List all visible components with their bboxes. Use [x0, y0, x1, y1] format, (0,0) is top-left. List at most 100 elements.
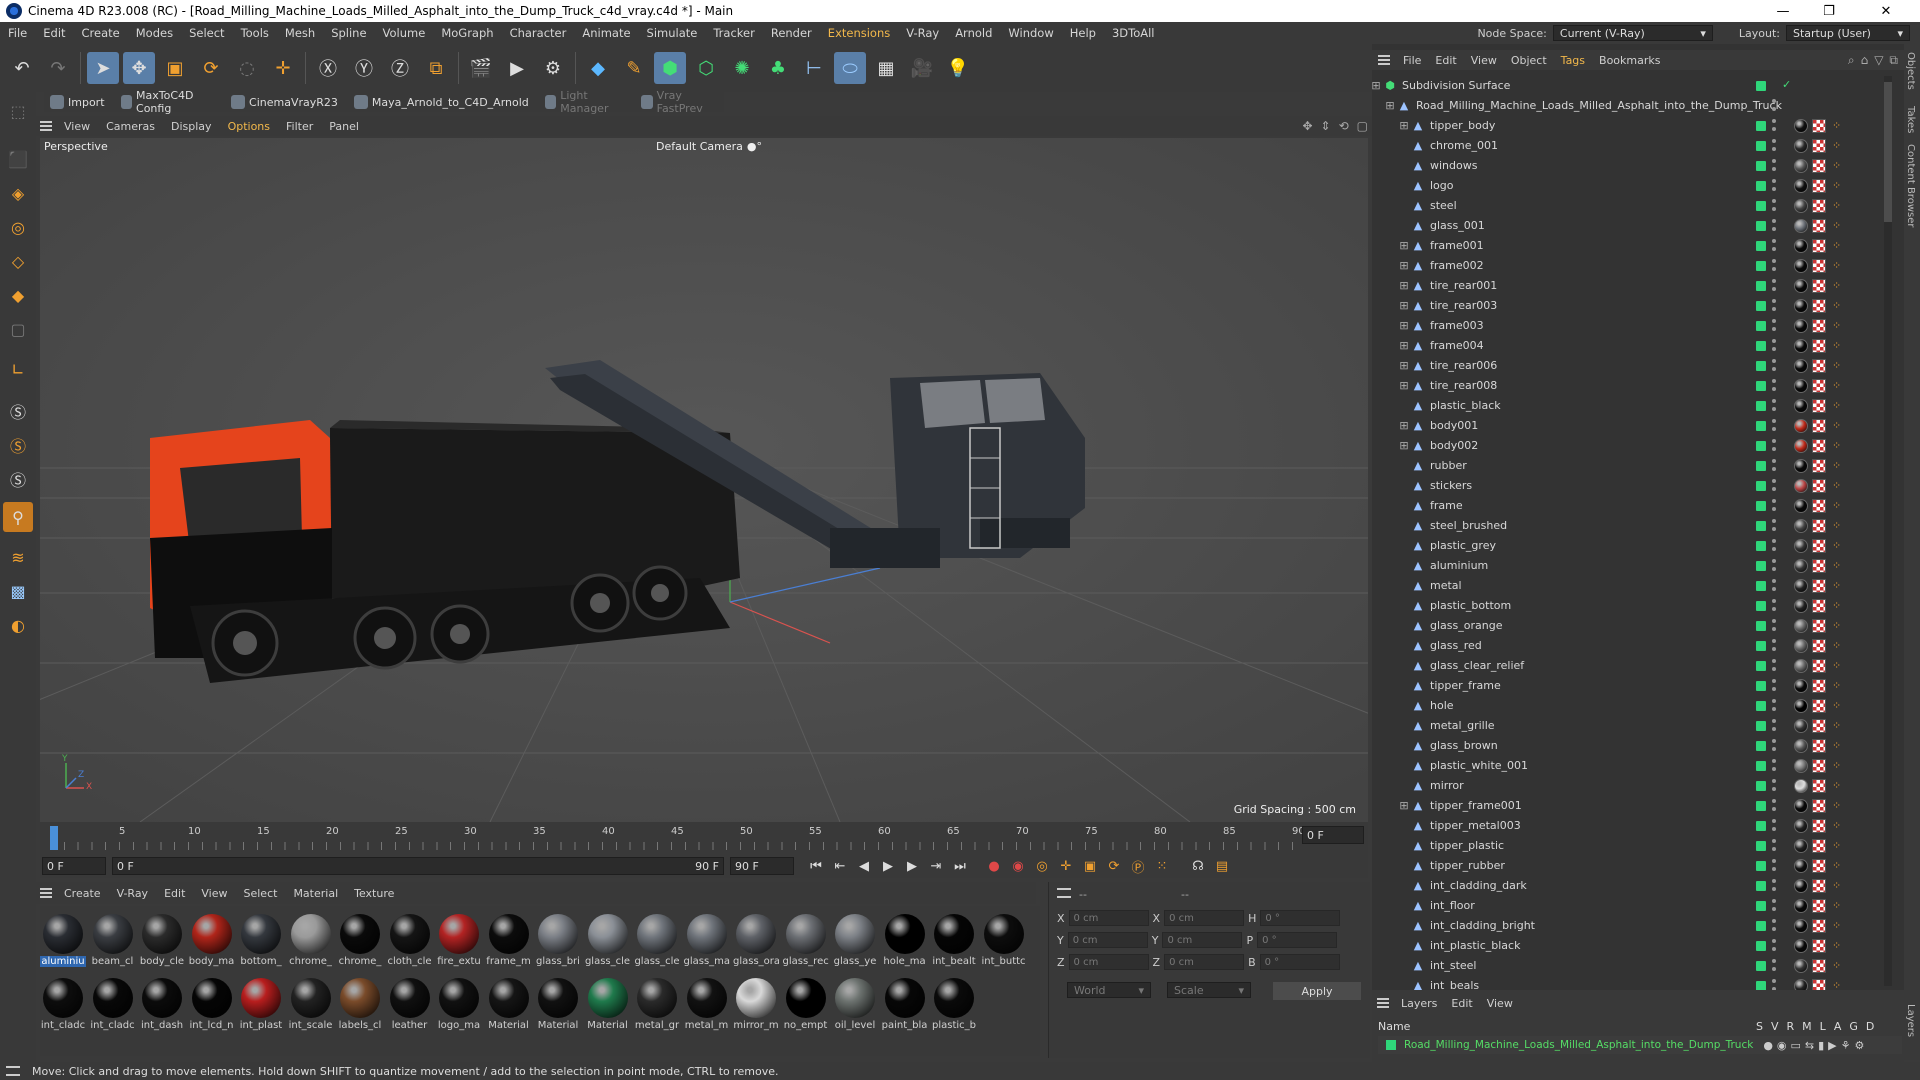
timeline-ruler[interactable]: 051015202530354045505560657075808590 0 F: [40, 822, 1368, 858]
texture-tag-icon[interactable]: [1812, 259, 1826, 273]
render-visibility-icon[interactable]: [1772, 647, 1776, 651]
coord-value-field[interactable]: 0 cm: [1164, 910, 1245, 926]
object-row-plastic-black[interactable]: ▲ plastic_black ⁘: [1372, 396, 1882, 416]
material-tag-icon[interactable]: [1794, 139, 1808, 153]
render-visibility-icon[interactable]: [1772, 967, 1776, 971]
object-scrollbar[interactable]: [1884, 76, 1892, 986]
editor-visibility-icon[interactable]: [1772, 599, 1776, 603]
layer-column-v[interactable]: V: [1771, 1020, 1779, 1033]
editor-visibility-icon[interactable]: [1772, 379, 1776, 383]
render-visibility-icon[interactable]: [1772, 587, 1776, 591]
material-tag-icon[interactable]: [1794, 299, 1808, 313]
material-swatch[interactable]: glass_rec: [783, 912, 829, 974]
material-tag-icon[interactable]: [1794, 619, 1808, 633]
render-visibility-icon[interactable]: [1772, 427, 1776, 431]
object-row-frame001[interactable]: ⊞ ▲ frame001 ⁘: [1372, 236, 1882, 256]
texture-tag-icon[interactable]: [1812, 879, 1826, 893]
expand-icon[interactable]: ⊞: [1398, 320, 1410, 332]
vray-tag-icon[interactable]: ⁘: [1832, 300, 1844, 312]
vray-tag-icon[interactable]: ⁘: [1832, 500, 1844, 512]
texture-tag-icon[interactable]: [1812, 299, 1826, 313]
viewport-menu-view[interactable]: View: [56, 120, 98, 133]
menu-tools[interactable]: Tools: [233, 26, 277, 40]
render-view-icon[interactable]: ▶: [501, 52, 533, 84]
hamburger-icon[interactable]: [36, 885, 56, 901]
editor-visibility-icon[interactable]: [1772, 359, 1776, 363]
object-row-body001[interactable]: ⊞ ▲ body001 ⁘: [1372, 416, 1882, 436]
render-settings-icon[interactable]: ⚙: [537, 52, 569, 84]
expand-icon[interactable]: ⊞: [1398, 280, 1410, 292]
menu-simulate[interactable]: Simulate: [639, 26, 706, 40]
object-row-frame004[interactable]: ⊞ ▲ frame004 ⁘: [1372, 336, 1882, 356]
editor-visibility-icon[interactable]: [1772, 479, 1776, 483]
editor-visibility-icon[interactable]: [1772, 159, 1776, 163]
object-row-tipper-body[interactable]: ⊞ ▲ tipper_body ⁘: [1372, 116, 1882, 136]
vray-tag-icon[interactable]: ⁘: [1832, 380, 1844, 392]
editor-visibility-icon[interactable]: [1772, 879, 1776, 883]
render-visibility-icon[interactable]: [1772, 787, 1776, 791]
filter-icon[interactable]: ▽: [1874, 53, 1883, 68]
material-tag-icon[interactable]: [1794, 939, 1808, 953]
menu-edit[interactable]: Edit: [35, 26, 73, 40]
redo-icon[interactable]: ↷: [42, 52, 74, 84]
texture-tag-icon[interactable]: [1812, 659, 1826, 673]
render-visibility-icon[interactable]: [1772, 667, 1776, 671]
material-swatch[interactable]: int_cladc: [40, 976, 86, 1038]
vray-tag-icon[interactable]: ⁘: [1832, 960, 1844, 972]
floor-object-icon[interactable]: ▦: [870, 52, 902, 84]
node-space-dropdown[interactable]: Current (V-Ray) ▾: [1552, 25, 1713, 41]
texture-tag-icon[interactable]: [1812, 139, 1826, 153]
texture-tag-icon[interactable]: [1812, 439, 1826, 453]
object-menu-file[interactable]: File: [1396, 54, 1428, 67]
material-swatch[interactable]: Material: [535, 976, 581, 1038]
maximize-button[interactable]: ❐: [1806, 0, 1852, 22]
material-menu-material[interactable]: Material: [285, 887, 346, 900]
object-row-tire-rear006[interactable]: ⊞ ▲ tire_rear006 ⁘: [1372, 356, 1882, 376]
object-row-tipper-frame[interactable]: ▲ tipper_frame ⁘: [1372, 676, 1882, 696]
object-row-glass-brown[interactable]: ▲ glass_brown ⁘: [1372, 736, 1882, 756]
home-icon[interactable]: ⌂: [1861, 53, 1869, 68]
material-swatch[interactable]: logo_ma: [436, 976, 482, 1038]
select-arrow-icon[interactable]: ➤: [87, 52, 119, 84]
layer-column-d[interactable]: D: [1866, 1020, 1874, 1033]
live-select-icon[interactable]: ◌: [231, 52, 263, 84]
vray-tag-icon[interactable]: ⁘: [1832, 700, 1844, 712]
material-swatch[interactable]: beam_cl: [90, 912, 136, 974]
material-tag-icon[interactable]: [1794, 119, 1808, 133]
render-visibility-icon[interactable]: [1772, 367, 1776, 371]
object-row-chrome-001[interactable]: ▲ chrome_001 ⁘: [1372, 136, 1882, 156]
render-visibility-icon[interactable]: [1772, 547, 1776, 551]
vray-tag-icon[interactable]: ⁘: [1832, 660, 1844, 672]
material-tag-icon[interactable]: [1794, 799, 1808, 813]
menu-create[interactable]: Create: [74, 26, 128, 40]
texture-tag-icon[interactable]: [1812, 719, 1826, 733]
menu-mesh[interactable]: Mesh: [277, 26, 323, 40]
material-tag-icon[interactable]: [1794, 959, 1808, 973]
texture-tag-icon[interactable]: [1812, 639, 1826, 653]
material-swatch[interactable]: glass_bri: [535, 912, 581, 974]
texture-tag-icon[interactable]: [1812, 839, 1826, 853]
vray-tag-icon[interactable]: ⁘: [1832, 400, 1844, 412]
y-axis-lock-icon[interactable]: Ⓨ: [348, 52, 380, 84]
vray-tag-icon[interactable]: ⁘: [1832, 540, 1844, 552]
vray-tag-icon[interactable]: ⁘: [1832, 160, 1844, 172]
material-tag-icon[interactable]: [1794, 159, 1808, 173]
material-tag-icon[interactable]: [1794, 479, 1808, 493]
render-visibility-icon[interactable]: [1772, 287, 1776, 291]
editor-visibility-icon[interactable]: [1772, 199, 1776, 203]
material-tag-icon[interactable]: [1794, 899, 1808, 913]
texture-tag-icon[interactable]: [1812, 459, 1826, 473]
vray-tag-icon[interactable]: ⁘: [1832, 340, 1844, 352]
make-editable-icon[interactable]: ⬚: [3, 96, 33, 126]
material-swatch[interactable]: int_bealt: [931, 912, 977, 974]
coord-value-field[interactable]: 0 °: [1257, 932, 1338, 948]
render-visibility-icon[interactable]: [1772, 687, 1776, 691]
render-visibility-icon[interactable]: [1772, 947, 1776, 951]
vray-tag-icon[interactable]: ⁘: [1832, 800, 1844, 812]
render-visibility-icon[interactable]: [1772, 707, 1776, 711]
vray-tag-icon[interactable]: ⁘: [1832, 460, 1844, 472]
hamburger-icon[interactable]: [36, 118, 56, 134]
vray-tag-icon[interactable]: ⁘: [1832, 260, 1844, 272]
material-tag-icon[interactable]: [1794, 559, 1808, 573]
coord-value-field[interactable]: 0 °: [1260, 910, 1341, 926]
